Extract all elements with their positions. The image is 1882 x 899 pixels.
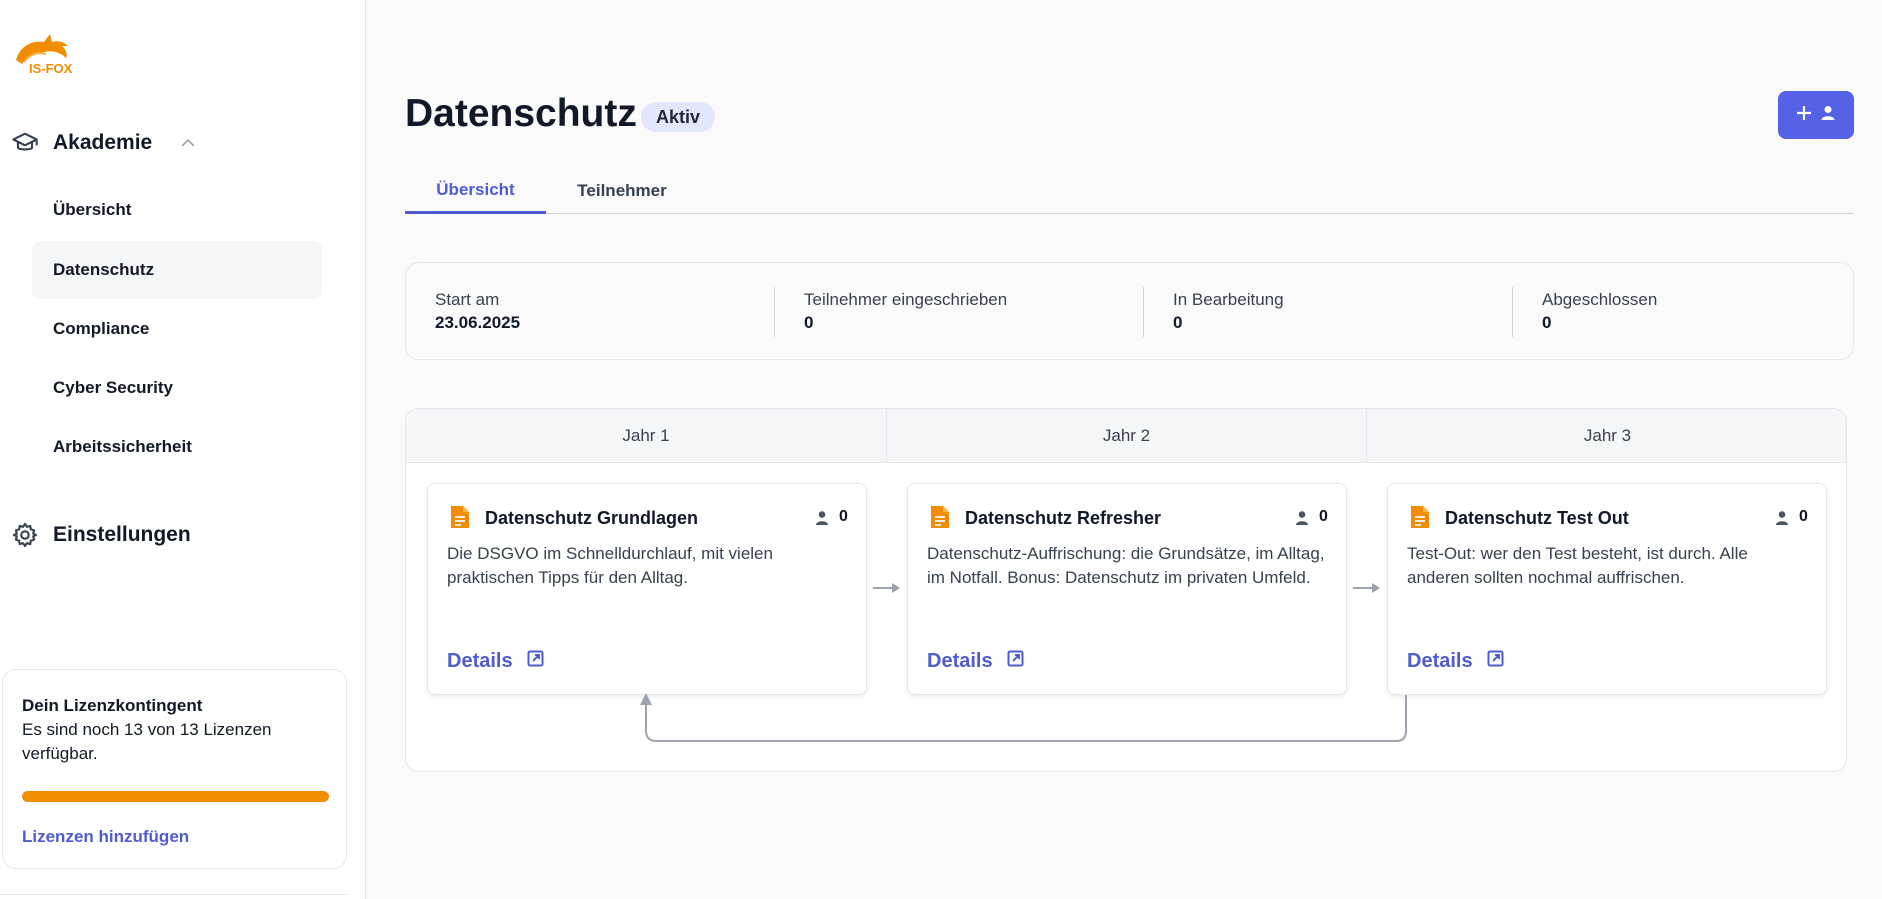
sidebar-item-cyber-security[interactable]: Cyber Security [32, 359, 322, 417]
year-header: Jahr 2 [887, 409, 1366, 463]
course-title: Datenschutz Refresher [965, 508, 1162, 528]
stat-value: 0 [1542, 313, 1552, 332]
sidebar-item-compliance[interactable]: Compliance [32, 300, 322, 358]
license-progress-fill [22, 791, 329, 802]
nav-group-akademie[interactable]: Akademie [10, 123, 198, 163]
details-link[interactable]: Details [447, 650, 544, 673]
external-link-icon [1007, 650, 1024, 673]
tab-bar: Übersicht Teilnehmer [405, 168, 1854, 214]
course-title: Datenschutz Test Out [1445, 508, 1629, 528]
details-link[interactable]: Details [927, 650, 1024, 673]
course-description: Datenschutz-Auffrischung: die Grundsätze… [927, 544, 1325, 587]
stat-start-date: Start am 23.06.2025 [435, 289, 520, 335]
external-link-icon [527, 650, 544, 673]
stats-panel: Start am 23.06.2025 Teilnehmer eingeschr… [405, 262, 1854, 360]
document-icon [1408, 504, 1432, 530]
user-icon [1774, 510, 1790, 526]
sidebar-item-datenschutz[interactable]: Datenschutz [32, 241, 322, 299]
nav-group-label: Einstellungen [53, 523, 191, 546]
plus-icon [1796, 105, 1812, 126]
details-label: Details [1407, 650, 1473, 672]
stat-enrolled: Teilnehmer eingeschrieben 0 [804, 289, 1007, 335]
sidebar-item-arbeitssicherheit[interactable]: Arbeitssicherheit [32, 418, 322, 476]
chevron-up-icon[interactable] [180, 134, 198, 152]
participant-count: 0 [1799, 508, 1808, 525]
stat-label: Abgeschlossen [1542, 290, 1658, 309]
sidebar-item-uebersicht[interactable]: Übersicht [32, 181, 322, 239]
document-icon [928, 504, 952, 530]
course-description: Test-Out: wer den Test besteht, ist durc… [1407, 544, 1748, 587]
details-label: Details [447, 650, 513, 672]
status-badge: Aktiv [641, 102, 716, 132]
stat-value: 0 [1173, 313, 1183, 332]
user-icon [1294, 510, 1310, 526]
divider [774, 287, 775, 337]
add-participant-button[interactable] [1778, 91, 1854, 139]
add-licenses-link[interactable]: Lizenzen hinzufügen [22, 827, 189, 847]
arrow-right-icon [873, 583, 900, 593]
external-link-icon [1487, 650, 1504, 673]
license-text: Es sind noch 13 von 13 Lizenzen verfügba… [22, 720, 272, 763]
page-title: Datenschutz [405, 92, 637, 135]
license-card: Dein Lizenzkontingent Es sind noch 13 vo… [2, 669, 347, 869]
stat-label: Start am [435, 290, 500, 309]
course-card[interactable]: Datenschutz Grundlagen 0 Die DSGVO im Sc… [427, 483, 867, 695]
license-title: Dein Lizenzkontingent [22, 696, 203, 715]
stat-value: 23.06.2025 [435, 313, 521, 332]
nav-group-label: Akademie [53, 131, 153, 154]
nav-group-einstellungen[interactable]: Einstellungen [10, 515, 191, 555]
is-fox-logo[interactable]: IS-FOX [12, 32, 86, 76]
stat-label: Teilnehmer eingeschrieben [804, 290, 1008, 309]
divider [1143, 287, 1144, 337]
course-timeline: Jahr 1 Jahr 2 Jahr 3 Datenschutz Grundla… [405, 408, 1847, 772]
sidebar: IS-FOX Akademie Übersicht Datenschutz Co… [0, 0, 366, 899]
arrow-right-icon [1353, 583, 1380, 593]
course-card[interactable]: Datenschutz Test Out 0 Test-Out: wer den… [1387, 483, 1827, 695]
tab-uebersicht[interactable]: Übersicht [405, 168, 546, 214]
stat-completed: Abgeschlossen 0 [1542, 289, 1657, 335]
divider [1512, 287, 1513, 337]
tab-teilnehmer[interactable]: Teilnehmer [546, 168, 698, 214]
user-icon [814, 510, 830, 526]
graduation-cap-icon [10, 128, 40, 158]
details-label: Details [927, 650, 993, 672]
course-card[interactable]: Datenschutz Refresher 0 Datenschutz-Auff… [907, 483, 1347, 695]
gear-icon [10, 520, 40, 550]
stat-value: 0 [804, 313, 814, 332]
participant-count: 0 [1319, 508, 1328, 525]
year-header: Jahr 1 [406, 409, 886, 463]
user-icon [1820, 105, 1836, 126]
year-header: Jahr 3 [1367, 409, 1846, 463]
course-title: Datenschutz Grundlagen [485, 508, 699, 528]
divider [0, 894, 348, 895]
svg-text:IS-FOX: IS-FOX [29, 61, 73, 76]
fox-logo-icon: IS-FOX [16, 34, 73, 76]
details-link[interactable]: Details [1407, 650, 1504, 673]
license-progress-bar [22, 791, 329, 802]
loop-back-arrow [640, 693, 1407, 742]
course-description: Die DSGVO im Schnelldurchlauf, mit viele… [447, 544, 773, 587]
stat-label: In Bearbeitung [1173, 290, 1284, 309]
stat-in-progress: In Bearbeitung 0 [1173, 289, 1284, 335]
document-icon [448, 504, 472, 530]
participant-count: 0 [839, 508, 848, 525]
